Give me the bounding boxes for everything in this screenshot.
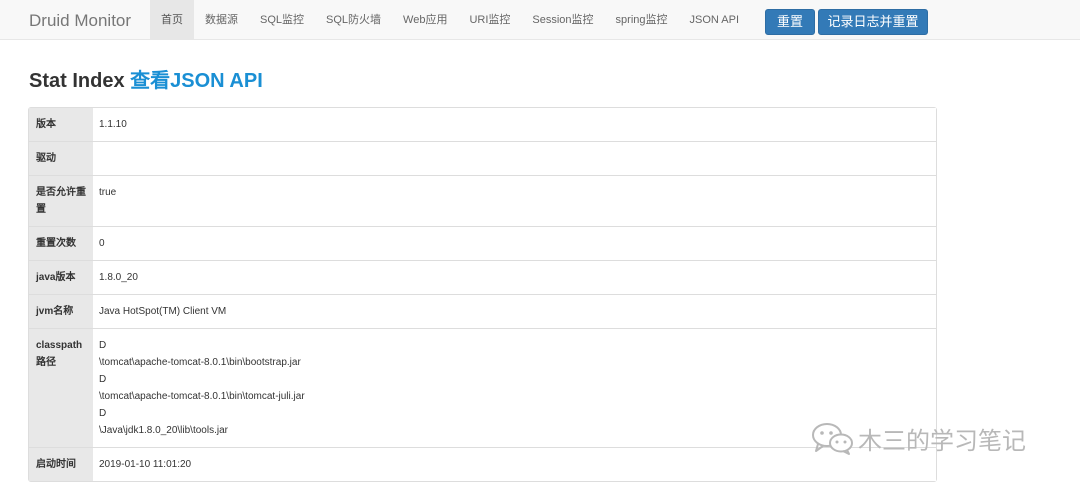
nav-item-sql-firewall[interactable]: SQL防火墙 — [315, 0, 392, 39]
value-line — [99, 150, 930, 167]
nav-item-spring-monitor[interactable]: spring监控 — [605, 0, 679, 39]
row-key: 版本 — [29, 108, 93, 141]
watermark-text: 木三的学习笔记 — [858, 427, 1026, 455]
table-row: 驱动 — [29, 141, 936, 175]
reset-button[interactable]: 重置 — [765, 9, 815, 35]
table-row: 版本 1.1.10 — [29, 108, 936, 141]
nav-menu: 首页 数据源 SQL监控 SQL防火墙 Web应用 URI监控 Session监… — [150, 0, 750, 39]
value-line: 2019-01-10 11:01:20 — [99, 459, 192, 470]
row-value: true — [93, 175, 936, 226]
table-row: java版本 1.8.0_20 — [29, 260, 936, 294]
row-value: Java HotSpot(TM) Client VM — [93, 294, 936, 328]
nav-item-web-app[interactable]: Web应用 — [392, 0, 458, 39]
table-row: 重置次数 0 — [29, 226, 936, 260]
nav-item-datasource[interactable]: 数据源 — [194, 0, 249, 39]
value-line: true — [99, 187, 117, 198]
value-line: Java HotSpot(TM) Client VM — [99, 306, 227, 317]
nav-item-json-api[interactable]: JSON API — [679, 0, 751, 39]
value-line: D — [99, 408, 107, 419]
row-key: 重置次数 — [29, 226, 93, 260]
top-navbar: Druid Monitor 首页 数据源 SQL监控 SQL防火墙 Web应用 … — [0, 0, 1080, 40]
row-key: 启动时间 — [29, 447, 93, 481]
table-row: 启动时间 2019-01-10 11:01:20 — [29, 447, 936, 481]
row-key: 是否允许重置 — [29, 175, 93, 226]
value-line: 1.1.10 — [99, 119, 127, 130]
stat-table: 版本 1.1.10 驱动 是否允许重置 true 重置次数 0 java版本 1… — [28, 107, 937, 482]
view-json-api-link[interactable]: 查看JSON API — [130, 70, 263, 92]
row-key: classpath路径 — [29, 328, 93, 447]
log-and-reset-button[interactable]: 记录日志并重置 — [818, 9, 928, 35]
nav-item-session-monitor[interactable]: Session监控 — [521, 0, 604, 39]
value-line: \tomcat\apache-tomcat-8.0.1\bin\tomcat-j… — [99, 391, 305, 402]
table-row: jvm名称 Java HotSpot(TM) Client VM — [29, 294, 936, 328]
value-line: D — [99, 340, 107, 351]
table-row: classpath路径 D \tomcat\apache-tomcat-8.0.… — [29, 328, 936, 447]
table-row: 是否允许重置 true — [29, 175, 936, 226]
row-key: jvm名称 — [29, 294, 93, 328]
value-line: \Java\jdk1.8.0_20\lib\tools.jar — [99, 425, 228, 436]
page-title-text: Stat Index — [29, 70, 125, 92]
watermark: 木三的学习笔记 — [810, 420, 1026, 456]
row-key: 驱动 — [29, 141, 93, 175]
row-value — [93, 141, 936, 175]
brand-logo[interactable]: Druid Monitor — [29, 10, 131, 32]
value-line: D — [99, 374, 107, 385]
row-key: java版本 — [29, 260, 93, 294]
value-line: 1.8.0_20 — [99, 272, 138, 283]
row-value: 0 — [93, 226, 936, 260]
value-line: 0 — [99, 238, 105, 249]
nav-item-sql-monitor[interactable]: SQL监控 — [249, 0, 315, 39]
row-value: 1.1.10 — [93, 108, 936, 141]
nav-item-home[interactable]: 首页 — [150, 0, 194, 39]
row-value: 1.8.0_20 — [93, 260, 936, 294]
nav-item-uri-monitor[interactable]: URI监控 — [458, 0, 521, 39]
wechat-icon — [812, 423, 853, 455]
value-line: \tomcat\apache-tomcat-8.0.1\bin\bootstra… — [99, 357, 301, 368]
page-title: Stat Index 查看JSON API — [29, 67, 263, 95]
